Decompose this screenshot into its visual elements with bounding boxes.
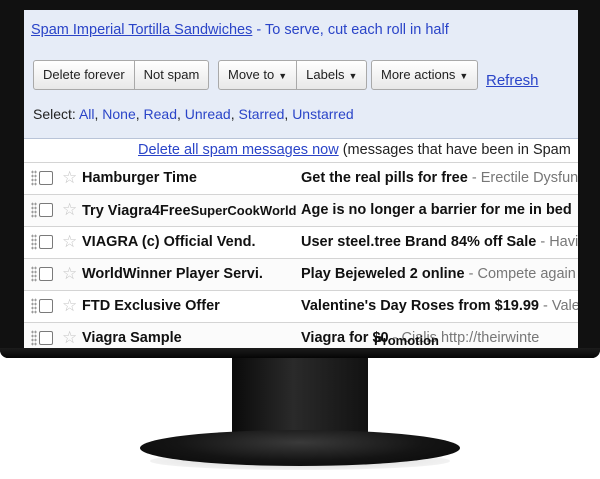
drag-handle-icon[interactable] xyxy=(31,298,37,314)
message-subject: Play Bejeweled 2 online - Compete again xyxy=(301,259,576,290)
message-checkbox[interactable] xyxy=(39,267,53,281)
message-subject: Age is no longer a barrier for me in bed xyxy=(301,195,572,226)
label-action-group: Move to ▼ Labels ▼ xyxy=(218,60,368,90)
delete-forever-button[interactable]: Delete forever xyxy=(33,60,135,90)
monitor-neck xyxy=(232,358,368,438)
drag-handle-icon[interactable] xyxy=(31,330,37,346)
message-sender: Viagra Sample xyxy=(82,330,182,346)
sender-text: Try Viagra4Free xyxy=(82,203,191,219)
chevron-down-icon: ▼ xyxy=(459,71,469,81)
message-snippet: - Vale xyxy=(538,298,578,314)
message-sender: Hamburger Time xyxy=(82,170,197,186)
spam-notice: Delete all spam messages now (messages t… xyxy=(24,139,578,161)
message-subject: User steel.tree Brand 84% off Sale - Hav… xyxy=(301,227,578,258)
select-starred-link[interactable]: Starred xyxy=(238,106,284,122)
separator: , xyxy=(177,106,185,122)
subject-text: Get the real pills for free xyxy=(301,170,468,186)
message-snippet: - Erectile Dysfun xyxy=(467,170,578,186)
not-spam-button[interactable]: Not spam xyxy=(134,60,210,90)
spam-action-group: Delete forever Not spam xyxy=(33,60,210,90)
message-row[interactable]: ☆ Viagra Sample Viagra for $0 - Cialis h… xyxy=(24,322,578,348)
notice-text: (messages that have been in Spam xyxy=(338,142,571,158)
star-icon[interactable]: ☆ xyxy=(62,323,77,348)
message-sender: WorldWinner Player Servi. xyxy=(82,266,263,282)
labels-label: Labels xyxy=(306,67,345,82)
select-read-link[interactable]: Read xyxy=(144,106,177,122)
drag-handle-icon[interactable] xyxy=(31,202,37,218)
select-unstarred-link[interactable]: Unstarred xyxy=(292,106,353,122)
subject-text: User steel.tree Brand 84% off Sale xyxy=(301,234,537,250)
chevron-down-icon: ▼ xyxy=(278,71,288,81)
chevron-down-icon: ▼ xyxy=(348,71,358,81)
star-icon[interactable]: ☆ xyxy=(62,291,77,321)
message-row[interactable]: ☆ VIAGRA (c) Official Vend. User steel.t… xyxy=(24,226,578,258)
message-checkbox[interactable] xyxy=(39,171,53,185)
message-sender: Try Viagra4FreeSuperCookWorld xyxy=(82,195,304,227)
monitor-screen: Spam Imperial Tortilla Sandwiches - To s… xyxy=(24,10,578,348)
select-row: Select: All, None, Read, Unread, Starred… xyxy=(33,106,354,122)
message-subject: Get the real pills for free - Erectile D… xyxy=(301,163,578,194)
drag-handle-icon[interactable] xyxy=(31,266,37,282)
star-icon[interactable]: ☆ xyxy=(62,227,77,257)
monitor-base xyxy=(140,430,460,466)
drag-handle-icon[interactable] xyxy=(31,234,37,250)
star-icon[interactable]: ☆ xyxy=(62,259,77,289)
message-checkbox[interactable] xyxy=(39,299,53,313)
message-snippet: - Compete again xyxy=(464,266,576,282)
message-subject: Valentine's Day Roses from $19.99 - Vale xyxy=(301,291,578,322)
message-row[interactable]: ☆ WorldWinner Player Servi. Play Bejewel… xyxy=(24,258,578,290)
delete-all-spam-link[interactable]: Delete all spam messages now xyxy=(138,142,339,158)
message-row[interactable]: ☆ FTD Exclusive Offer Valentine's Day Ro… xyxy=(24,290,578,322)
subject-text: Play Bejeweled 2 online xyxy=(301,266,465,282)
subject-text: - To serve, cut each roll in half xyxy=(252,22,449,38)
message-sender: FTD Exclusive Offer xyxy=(82,298,220,314)
select-unread-link[interactable]: Unread xyxy=(185,106,231,122)
subject-text: Valentine's Day Roses from $19.99 xyxy=(301,298,539,314)
subject-overlay-text: Promotion xyxy=(374,333,439,348)
message-row[interactable]: ☆ Hamburger Time Get the real pills for … xyxy=(24,162,578,194)
star-icon[interactable]: ☆ xyxy=(62,163,77,193)
select-label: Select: xyxy=(33,106,76,122)
message-checkbox[interactable] xyxy=(39,203,53,217)
monitor-frame: Spam Imperial Tortilla Sandwiches - To s… xyxy=(0,0,600,358)
spam-label-link[interactable]: Spam Imperial Tortilla Sandwiches xyxy=(31,22,252,38)
more-actions-label: More actions xyxy=(381,67,456,82)
sender-overlay-text: SuperCookWorld xyxy=(190,203,297,218)
message-checkbox[interactable] xyxy=(39,331,53,345)
message-row[interactable]: ☆ Try Viagra4FreeSuperCookWorld Age is n… xyxy=(24,194,578,226)
separator: , xyxy=(135,106,144,122)
star-icon[interactable]: ☆ xyxy=(62,195,77,225)
select-none-link[interactable]: None xyxy=(102,106,135,122)
more-actions-group: More actions ▼ xyxy=(371,60,479,90)
refresh-link[interactable]: Refresh xyxy=(486,72,539,89)
more-actions-button[interactable]: More actions ▼ xyxy=(371,60,479,90)
move-to-button[interactable]: Move to ▼ xyxy=(218,60,298,90)
message-sender: VIAGRA (c) Official Vend. xyxy=(82,234,256,250)
drag-handle-icon[interactable] xyxy=(31,170,37,186)
spam-toolbar: Delete forever Not spam Move to ▼ Labels ▼… xyxy=(24,50,578,139)
message-checkbox[interactable] xyxy=(39,235,53,249)
message-subject-bar: Spam Imperial Tortilla Sandwiches - To s… xyxy=(24,10,578,51)
subject-text: Age is no longer a barrier for me in bed xyxy=(301,202,572,218)
move-to-label: Move to xyxy=(228,67,275,82)
message-snippet: - Havi xyxy=(536,234,578,250)
message-list: ☆ Hamburger Time Get the real pills for … xyxy=(24,162,578,348)
select-all-link[interactable]: All xyxy=(79,106,95,122)
labels-button[interactable]: Labels ▼ xyxy=(297,60,368,90)
